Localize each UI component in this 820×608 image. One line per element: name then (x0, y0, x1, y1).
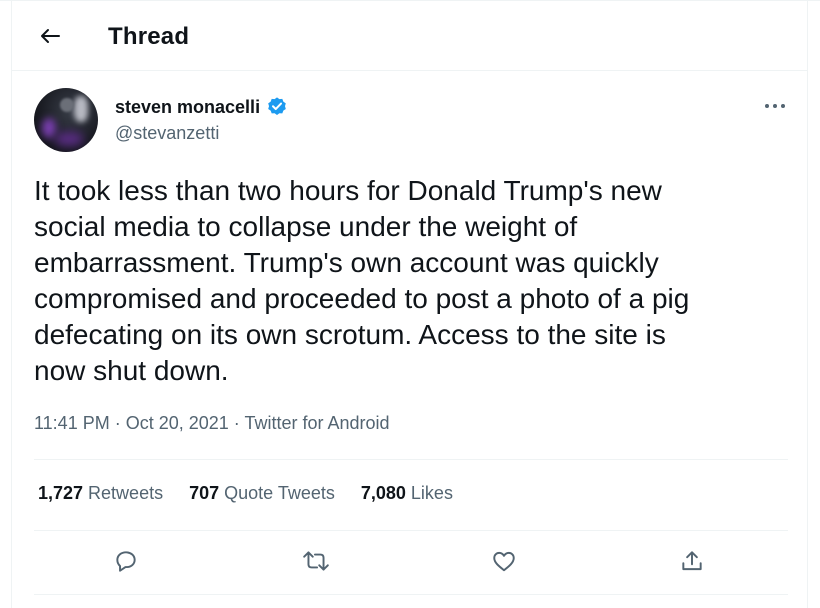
like-button[interactable] (484, 541, 524, 581)
author-name[interactable]: steven monacelli (115, 97, 260, 118)
arrow-left-icon (41, 29, 60, 43)
retweets-stat[interactable]: 1,727 Retweets (38, 483, 163, 504)
author-handle[interactable]: @stevanzetti (115, 123, 219, 144)
quote-tweets-label: Quote Tweets (224, 483, 335, 503)
divider (34, 530, 788, 531)
thread-header: Thread (11, 1, 808, 71)
tweet-text: It took less than two hours for Donald T… (34, 175, 690, 386)
tweet-actions (34, 541, 788, 585)
retweet-icon (303, 551, 329, 571)
avatar[interactable] (34, 88, 98, 152)
tweet-stats: 1,727 Retweets 707 Quote Tweets 7,080 Likes (38, 483, 453, 504)
share-button[interactable] (672, 541, 712, 581)
divider (34, 594, 788, 595)
verified-badge-icon (268, 97, 286, 115)
tweet-source[interactable]: Twitter for Android (244, 413, 389, 433)
likes-count: 7,080 (360, 483, 406, 503)
back-button[interactable] (35, 21, 65, 51)
likes-label: Likes (410, 483, 453, 503)
quote-tweets-count: 707 (189, 483, 220, 503)
more-options-button[interactable] (762, 96, 788, 116)
page-title: Thread (108, 23, 190, 50)
share-icon (682, 551, 702, 571)
retweets-label: Retweets (88, 483, 164, 503)
quote-tweets-stat[interactable]: 707 Quote Tweets (189, 483, 335, 504)
retweet-button[interactable] (296, 541, 336, 581)
likes-stat[interactable]: 7,080 Likes (361, 483, 453, 504)
reply-icon (116, 551, 136, 572)
retweets-count: 1,727 (38, 483, 84, 503)
more-horizontal-icon (765, 104, 785, 108)
tweet-time[interactable]: 11:41 PM (34, 413, 110, 433)
tweet-meta: 11:41 PM · Oct 20, 2021 · Twitter for An… (34, 413, 390, 434)
reply-button[interactable] (106, 541, 146, 581)
meta-separator: · (109, 413, 126, 433)
meta-separator: · (228, 413, 245, 433)
author-name-row[interactable]: steven monacelli (115, 96, 288, 118)
like-icon (493, 551, 515, 572)
tweet-date[interactable]: Oct 20, 2021 (126, 413, 229, 433)
divider (34, 459, 788, 460)
